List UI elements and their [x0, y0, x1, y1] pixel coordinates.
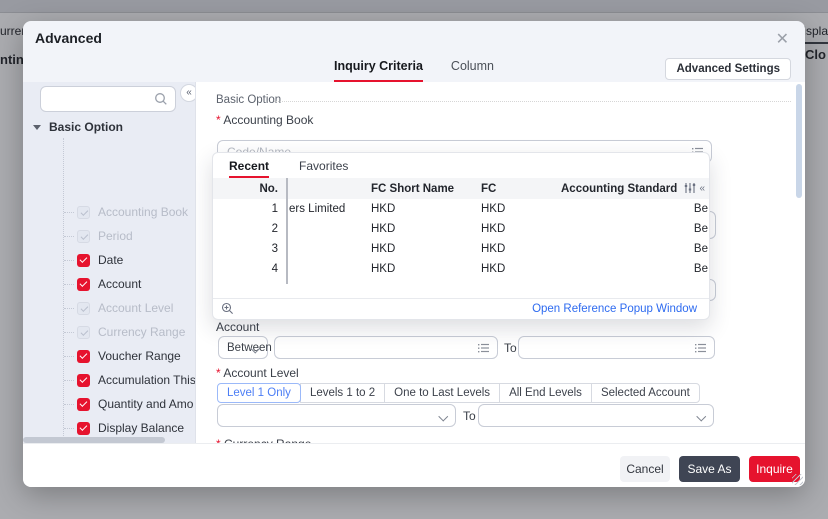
chevron-down-icon	[440, 413, 447, 420]
checkbox-checked-icon[interactable]	[77, 349, 90, 363]
account-level-segments: Level 1 Only Levels 1 to 2 One to Last L…	[217, 383, 700, 403]
account-level-from-select[interactable]	[217, 404, 456, 427]
cancel-button[interactable]: Cancel	[620, 456, 670, 482]
advanced-dialog: Advanced ✕ Inquiry Criteria Column Advan…	[23, 21, 805, 487]
sidebar-item-account-level[interactable]: Account Level	[23, 296, 195, 320]
reference-list-icon[interactable]	[477, 342, 490, 354]
chevron-down-icon	[698, 413, 705, 420]
chevron-down-icon	[252, 345, 259, 352]
checkbox-checked-icon[interactable]	[77, 397, 90, 411]
account-to-input[interactable]	[518, 336, 715, 359]
tree-root-basic-option[interactable]: Basic Option	[33, 120, 123, 134]
sidebar-item-date[interactable]: Date	[23, 248, 195, 272]
segment-levels-1-to-2[interactable]: Levels 1 to 2	[299, 383, 386, 403]
tree-root-label: Basic Option	[49, 120, 124, 134]
checkbox-checked-icon[interactable]	[77, 373, 90, 387]
dialog-footer: Cancel Save As Inquire	[23, 443, 805, 487]
sidebar-collapse-button[interactable]: «	[180, 84, 195, 102]
sidebar-item-voucher-range[interactable]: Voucher Range	[23, 344, 195, 368]
reference-list-icon[interactable]	[694, 342, 707, 354]
account-operator-select[interactable]: Between	[218, 336, 272, 359]
search-icon	[154, 92, 168, 106]
checkbox-checked-disabled-icon	[77, 325, 90, 339]
popup-tab-recent[interactable]: Recent	[229, 153, 270, 178]
section-divider	[274, 101, 791, 102]
advanced-settings-button[interactable]: Advanced Settings	[665, 58, 791, 80]
account-from-input[interactable]	[274, 336, 498, 359]
sidebar-item-period[interactable]: Period	[23, 224, 195, 248]
close-icon[interactable]: ✕	[776, 29, 789, 49]
checkbox-checked-disabled-icon	[77, 229, 90, 243]
save-as-button[interactable]: Save As	[679, 456, 740, 482]
tab-inquiry-criteria[interactable]: Inquiry Criteria	[334, 59, 423, 83]
checkbox-checked-icon[interactable]	[77, 421, 90, 435]
account-to-label: To	[504, 341, 517, 355]
options-sidebar: « Basic Option Accounting Book Period Da…	[23, 82, 196, 443]
popup-tab-favorites[interactable]: Favorites	[299, 153, 348, 178]
accounting-book-label: Accounting Book	[216, 113, 313, 127]
checkbox-checked-disabled-icon	[77, 301, 90, 315]
resize-handle[interactable]	[792, 474, 803, 485]
more-columns-icon[interactable]: «	[699, 183, 705, 194]
account-level-to-label: To	[463, 409, 476, 423]
segment-one-to-last-levels[interactable]: One to Last Levels	[384, 383, 501, 403]
segment-level-1-only[interactable]: Level 1 Only	[217, 383, 301, 403]
sidebar-item-quantity-and-amount[interactable]: Quantity and Amo	[23, 392, 195, 416]
sidebar-item-account[interactable]: Account	[23, 272, 195, 296]
checkbox-checked-icon[interactable]	[77, 253, 90, 267]
form-vertical-scrollbar[interactable]	[796, 84, 802, 198]
segment-selected-account[interactable]: Selected Account	[590, 383, 700, 403]
sidebar-item-currency-range[interactable]: Currency Range	[23, 320, 195, 344]
checkbox-checked-icon[interactable]	[77, 277, 90, 291]
segment-all-end-levels[interactable]: All End Levels	[499, 383, 592, 403]
accounting-book-reference-popup: Recent Favorites No. FC Short Name FC Ac…	[212, 152, 710, 320]
sidebar-item-accumulation-this[interactable]: Accumulation This	[23, 368, 195, 392]
caret-down-icon	[33, 124, 41, 130]
popup-row-3[interactable]: 3 HKD HKD Be	[213, 239, 709, 259]
dialog-title: Advanced	[35, 30, 102, 46]
account-level-label: Account Level	[216, 366, 298, 380]
inquiry-form: Basic Option Accounting Book Code/Name R…	[196, 82, 805, 443]
section-basic-option: Basic Option	[216, 94, 282, 106]
tab-column[interactable]: Column	[451, 59, 494, 83]
popup-row-4[interactable]: 4 HKD HKD Be	[213, 259, 709, 279]
sidebar-item-accounting-book[interactable]: Accounting Book	[23, 200, 195, 224]
checkbox-checked-disabled-icon	[77, 205, 90, 219]
column-filter-icon[interactable]	[684, 182, 696, 194]
account-level-to-select[interactable]	[478, 404, 714, 427]
popup-row-1[interactable]: 1 ers Limited HKD HKD Be	[213, 199, 709, 219]
account-label: Account	[216, 320, 260, 334]
open-reference-popup-link[interactable]: Open Reference Popup Window	[532, 303, 697, 315]
sidebar-search	[40, 86, 176, 112]
zoom-magnifier-icon[interactable]	[221, 302, 234, 315]
popup-row-2[interactable]: 2 HKD HKD Be	[213, 219, 709, 239]
